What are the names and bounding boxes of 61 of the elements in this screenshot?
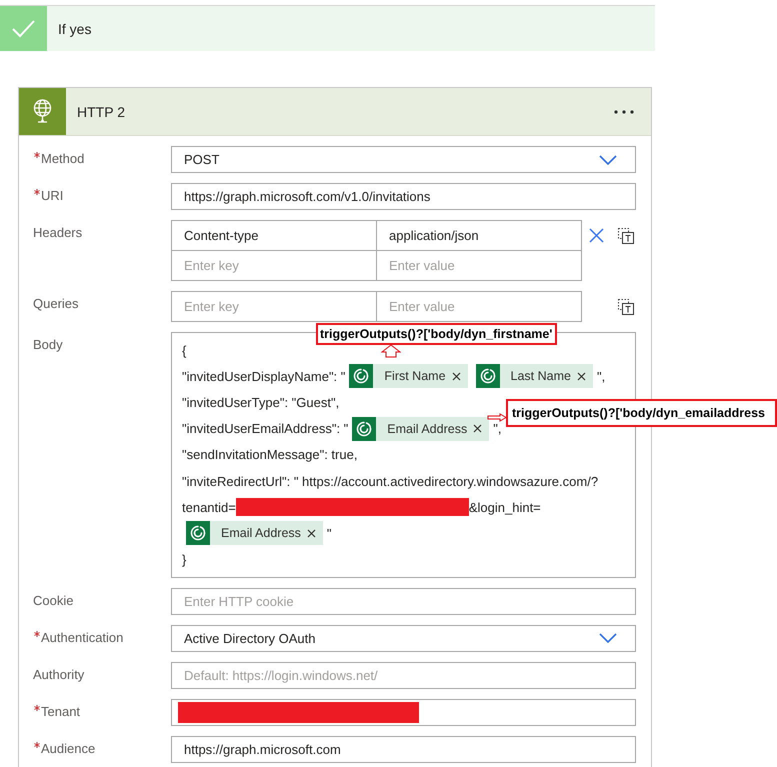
remove-icon[interactable] <box>306 528 316 538</box>
field-label: Authority <box>33 666 84 682</box>
field-label: Audience <box>41 740 96 756</box>
remove-icon[interactable] <box>576 372 586 381</box>
code-text: "inviteRedirectUrl": " https://account.activedirectory.windowsazure.com/? <box>182 474 598 489</box>
field-label: Headers <box>33 225 82 240</box>
swirl-icon <box>476 364 500 388</box>
value-field[interactable]: Enter value <box>376 291 582 322</box>
more-options-icon[interactable] <box>613 108 635 114</box>
code-text: { <box>182 342 186 358</box>
text-field[interactable]: Default: https://login.windows.net/ <box>171 662 636 689</box>
field-label: Queries <box>33 296 79 311</box>
card-header[interactable]: HTTP 2 <box>19 88 651 136</box>
swirl-icon <box>352 416 376 441</box>
key-field[interactable]: Enter key <box>171 291 377 322</box>
field-label: Authentication <box>41 630 124 645</box>
callout-label: triggerOutputs()?['body/dyn_emailaddress <box>506 399 777 427</box>
swirl-icon <box>186 521 210 546</box>
value-field[interactable]: Enter value <box>376 250 582 281</box>
text-field[interactable]: Enter HTTP cookie <box>171 588 636 615</box>
remove-icon[interactable] <box>452 372 461 381</box>
code-text: } <box>182 552 186 568</box>
swirl-icon <box>349 364 374 388</box>
field-label: Tenant <box>41 704 80 719</box>
remove-icon[interactable] <box>473 424 482 434</box>
code-text: ", <box>493 421 502 436</box>
callout-arrow <box>487 413 507 422</box>
select-field[interactable]: POST <box>171 146 636 173</box>
text-field[interactable]: https://graph.microsoft.com/v1.0/invitations <box>171 183 636 210</box>
token-chip[interactable]: Email Address <box>352 416 490 441</box>
field-label: Method <box>41 151 84 166</box>
close-icon[interactable] <box>589 228 604 243</box>
token-chip[interactable]: First Name <box>349 364 468 388</box>
chevron-down-icon <box>599 154 617 164</box>
globe-icon <box>19 88 66 135</box>
callout-arrow <box>381 344 401 358</box>
code-text: ", <box>596 368 606 384</box>
value-field[interactable]: application/json <box>376 220 582 251</box>
code-text: "invitedUserDisplayName": " <box>182 368 346 384</box>
token-chip[interactable]: Last Name <box>476 364 593 388</box>
banner-title: If yes <box>58 20 92 36</box>
code-text: tenantid= <box>182 500 236 515</box>
text-box-icon[interactable] <box>617 298 635 316</box>
select-field[interactable]: Active Directory OAuth <box>171 624 636 652</box>
code-text: &login_hint= <box>468 500 541 515</box>
field-label: Cookie <box>33 592 74 608</box>
field-label: Body <box>33 337 63 352</box>
text-field[interactable]: https://graph.microsoft.com <box>171 736 636 763</box>
text-box-icon[interactable] <box>617 226 635 244</box>
code-text: "sendInvitationMessage": true, <box>182 447 358 462</box>
callout-label: triggerOutputs()?['body/dyn_firstname' <box>316 323 558 345</box>
code-text: " <box>326 526 332 541</box>
code-text: "invitedUserType": "Guest", <box>182 394 340 410</box>
token-chip[interactable]: Email Address <box>186 521 323 546</box>
action-title: HTTP 2 <box>77 104 126 120</box>
text-field[interactable] <box>171 698 636 726</box>
key-field[interactable]: Enter key <box>171 250 377 281</box>
code-text: "invitedUserEmailAddress": " <box>182 421 348 436</box>
key-field[interactable]: Content-type <box>171 220 377 251</box>
field-label: URI <box>41 188 64 203</box>
chevron-down-icon <box>599 633 617 644</box>
